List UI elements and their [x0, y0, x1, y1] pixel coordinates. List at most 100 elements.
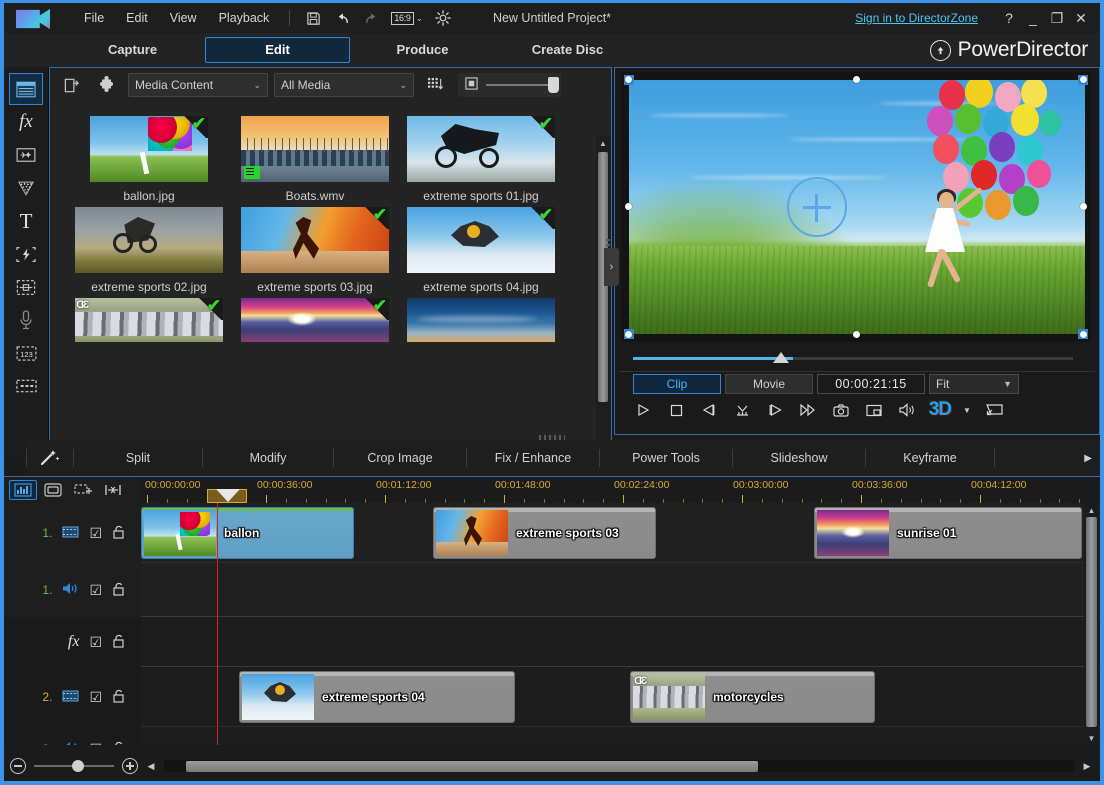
- media-item[interactable]: Boats.wmv: [232, 116, 398, 203]
- timeline-clip[interactable]: sunrise 01: [814, 507, 1082, 559]
- add-track-icon[interactable]: [69, 480, 97, 500]
- media-item[interactable]: extreme sports 01.jpg: [398, 116, 564, 203]
- audio-mixing-room-icon[interactable]: [9, 271, 43, 303]
- ripple-edit-icon[interactable]: [99, 480, 127, 500]
- track-body-audio-2[interactable]: [141, 727, 1100, 745]
- previous-frame-icon[interactable]: [697, 398, 721, 422]
- size-slider-thumb[interactable]: [548, 77, 559, 93]
- next-frame-icon[interactable]: [763, 398, 787, 422]
- seek-track[interactable]: [633, 357, 1073, 360]
- preview-mode-movie[interactable]: Movie: [725, 374, 813, 394]
- timeline-clip[interactable]: extreme sports 03: [433, 507, 656, 559]
- menu-view[interactable]: View: [160, 7, 207, 29]
- track-body-audio-1[interactable]: [141, 563, 1100, 617]
- track-lock-icon[interactable]: [112, 634, 125, 651]
- timeline-horizontal-scrollbar[interactable]: [164, 760, 1074, 772]
- media-type-dropdown[interactable]: All Media ⌄: [274, 73, 414, 97]
- media-content-dropdown[interactable]: Media Content ⌄: [128, 73, 268, 97]
- media-item[interactable]: [398, 298, 564, 342]
- timeline-clip[interactable]: extreme sports 04: [239, 671, 515, 723]
- aspect-ratio-icon[interactable]: 16:9 ⌄: [387, 7, 427, 29]
- stop-icon[interactable]: [664, 398, 688, 422]
- snapshot-camera-icon[interactable]: [829, 398, 853, 422]
- volume-speaker-icon[interactable]: [895, 398, 919, 422]
- track-body-fx[interactable]: [141, 617, 1100, 667]
- horizontal-scroll-thumb[interactable]: [186, 760, 758, 772]
- preview-mode-clip[interactable]: Clip: [633, 374, 721, 394]
- track-enable-checkbox[interactable]: ☑: [89, 634, 102, 651]
- expand-panel-button[interactable]: ›: [604, 248, 619, 286]
- resize-handle-br[interactable]: [1080, 331, 1087, 338]
- resize-handle-tr[interactable]: [1080, 76, 1087, 83]
- preview-timecode[interactable]: 00:00:21:15: [817, 374, 925, 394]
- more-functions-icon[interactable]: ▶: [1084, 453, 1100, 464]
- 3d-mode-chevron-icon[interactable]: ▼: [961, 398, 973, 422]
- track-lock-icon[interactable]: [112, 741, 125, 745]
- zoom-out-icon[interactable]: [10, 758, 26, 774]
- track-header-audio-2[interactable]: 2. ☑: [4, 727, 141, 745]
- scroll-right-icon[interactable]: ▶: [1080, 761, 1094, 772]
- resize-handle-mr[interactable]: [1080, 203, 1087, 210]
- fast-forward-icon[interactable]: [796, 398, 820, 422]
- sign-in-directorzone-link[interactable]: Sign in to DirectorZone: [855, 11, 978, 25]
- resize-handle-ml[interactable]: [625, 203, 632, 210]
- media-item[interactable]: extreme sports 03.jpg: [232, 207, 398, 294]
- timeline-vertical-scrollbar[interactable]: ▲ ▼: [1084, 503, 1099, 745]
- media-item[interactable]: 3D: [66, 298, 232, 342]
- play-icon[interactable]: [631, 398, 655, 422]
- effect-room-icon[interactable]: fx: [9, 106, 43, 138]
- import-media-icon[interactable]: [56, 73, 86, 97]
- voice-over-room-icon[interactable]: [9, 304, 43, 336]
- scroll-up-icon[interactable]: ▲: [596, 136, 610, 150]
- fix-enhance-button[interactable]: Fix / Enhance: [467, 451, 599, 465]
- seek-thumb[interactable]: [773, 352, 789, 363]
- close-button[interactable]: ✕: [1070, 7, 1092, 29]
- step-backward-icon[interactable]: [730, 398, 754, 422]
- minimize-button[interactable]: _: [1022, 7, 1044, 29]
- slideshow-button[interactable]: Slideshow: [733, 451, 865, 465]
- power-tools-button[interactable]: Power Tools: [600, 451, 732, 465]
- zoom-slider-track[interactable]: [34, 760, 114, 772]
- track-enable-checkbox[interactable]: ☑: [89, 582, 102, 599]
- undo-icon[interactable]: [329, 7, 355, 29]
- modify-button[interactable]: Modify: [203, 451, 333, 465]
- add-media-plus-icon[interactable]: [787, 177, 847, 237]
- track-lock-icon[interactable]: [112, 525, 125, 542]
- zoom-in-icon[interactable]: [122, 758, 138, 774]
- track-enable-checkbox[interactable]: ☑: [89, 741, 102, 746]
- media-item[interactable]: extreme sports 02.jpg: [66, 207, 232, 294]
- maximize-button[interactable]: ❐: [1046, 7, 1068, 29]
- magic-movie-wizard-icon[interactable]: [27, 449, 73, 467]
- help-icon[interactable]: ?: [998, 7, 1020, 29]
- timeline-scroll-thumb[interactable]: [1086, 517, 1097, 727]
- zoom-slider-thumb[interactable]: [72, 760, 85, 772]
- media-room-icon[interactable]: [9, 73, 43, 105]
- title-room-icon[interactable]: T: [9, 205, 43, 237]
- pip-window-icon[interactable]: [862, 398, 886, 422]
- tab-edit[interactable]: Edit: [205, 37, 350, 63]
- transition-room-icon[interactable]: [9, 238, 43, 270]
- track-enable-checkbox[interactable]: ☑: [89, 525, 102, 542]
- size-slider-track[interactable]: [486, 77, 559, 93]
- thumbnail-size-slider[interactable]: [458, 73, 561, 97]
- track-body-video-1[interactable]: ballon extreme sports 03 sunrise 01: [141, 503, 1100, 563]
- crop-image-button[interactable]: Crop Image: [334, 451, 466, 465]
- track-header-audio-1[interactable]: 1. ☑: [4, 563, 141, 617]
- resize-handle-tc[interactable]: [853, 76, 860, 83]
- timeline-clip[interactable]: 3D motorcycles: [630, 671, 875, 723]
- split-button[interactable]: Split: [74, 451, 202, 465]
- scroll-down-icon[interactable]: ▼: [1084, 731, 1099, 745]
- preview-seek-bar[interactable]: [621, 347, 1091, 369]
- resize-handle-bc[interactable]: [853, 331, 860, 338]
- resize-handle-bl[interactable]: [625, 331, 632, 338]
- preview-video[interactable]: [629, 80, 1085, 334]
- tab-produce[interactable]: Produce: [350, 37, 495, 63]
- subtitle-room-icon[interactable]: [9, 370, 43, 402]
- playhead-marker[interactable]: [207, 489, 247, 503]
- keyframe-button[interactable]: Keyframe: [866, 451, 994, 465]
- media-item[interactable]: extreme sports 04.jpg: [398, 207, 564, 294]
- timeline-ruler[interactable]: 00:00:00:00 00:00:36:00 00:01:12:00 00:0…: [141, 477, 1083, 503]
- redo-icon[interactable]: [358, 7, 384, 29]
- timeline-zoom-control[interactable]: [10, 758, 138, 774]
- timeline-view-icon[interactable]: [9, 480, 37, 500]
